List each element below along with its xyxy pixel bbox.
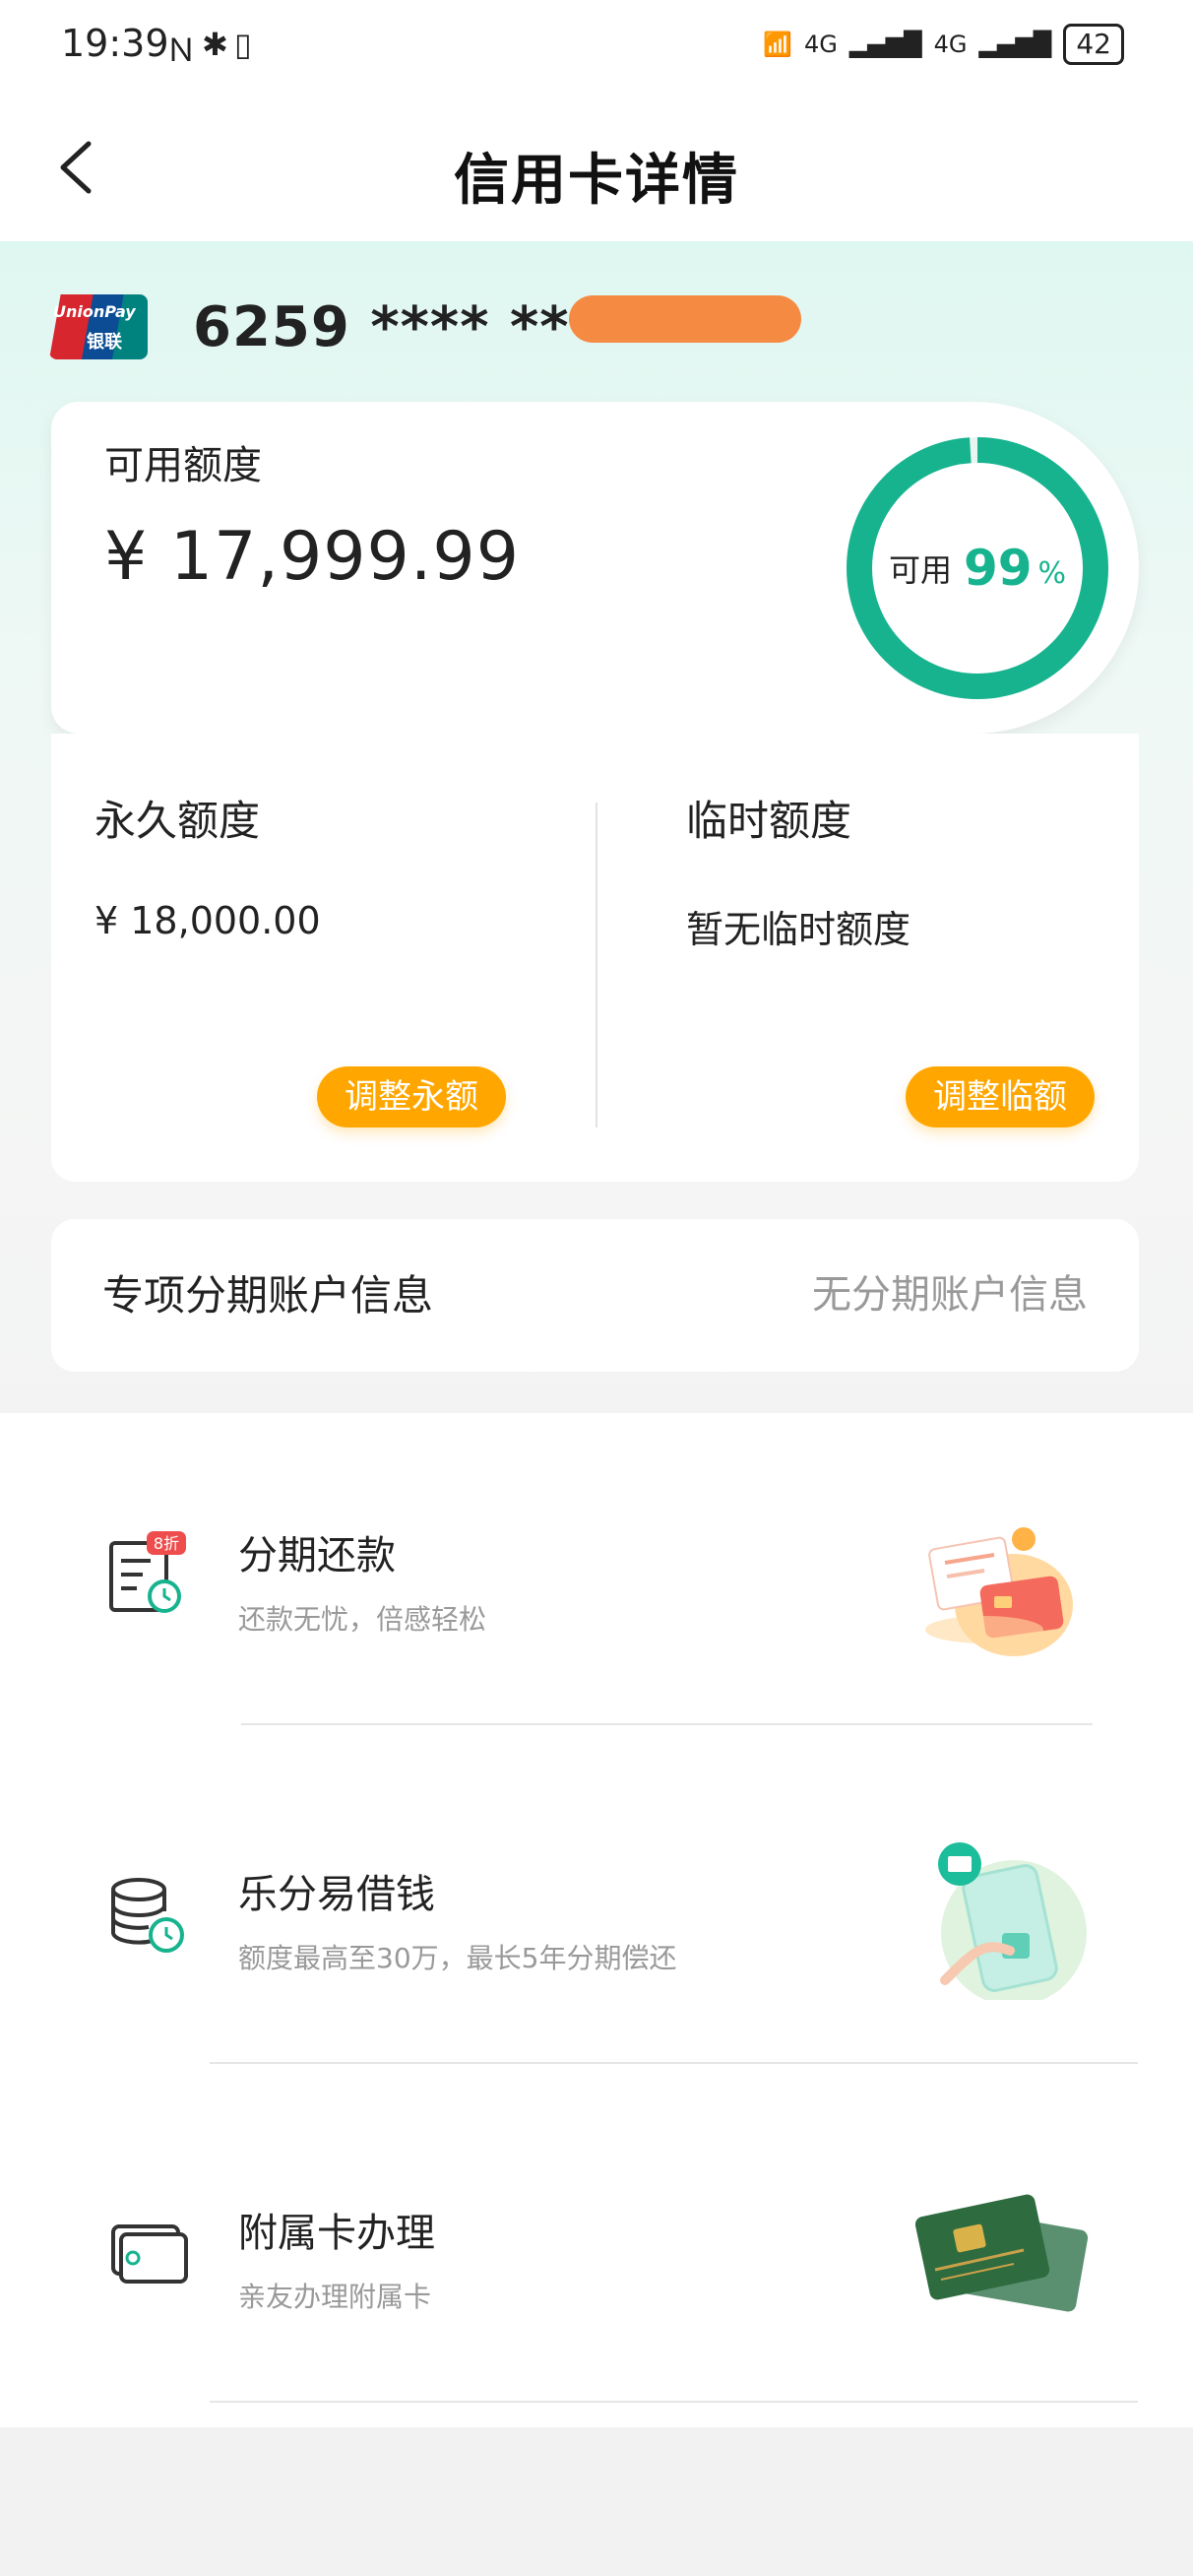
- list-item-loan[interactable]: 乐分易借钱 额度最高至30万，最长5年分期偿还: [0, 1752, 1193, 2091]
- ring-label: 可用: [888, 551, 952, 589]
- limits-divider: [596, 803, 597, 1127]
- network-4g-2: 4G: [933, 31, 968, 58]
- service-subtitle: 亲友办理附属卡: [238, 2281, 432, 2313]
- network-4g-1: 4G: [803, 31, 838, 58]
- unionpay-logo: UnionPay 银联: [49, 294, 148, 359]
- list-divider: [210, 2401, 1138, 2403]
- service-title: 分期还款: [238, 1533, 396, 1578]
- signal-icon-2: ▂▄▆█: [978, 31, 1052, 58]
- list-divider: [241, 1723, 1093, 1725]
- service-subtitle: 额度最高至30万，最长5年分期偿还: [238, 1942, 677, 1974]
- redaction-mask: [569, 295, 801, 343]
- card-number-row: UnionPay 银联 6259 **** ****: [49, 288, 629, 366]
- installment-bill-icon: 8折: [109, 1531, 186, 1613]
- available-label: 可用额度: [104, 443, 262, 488]
- status-right: 📶 4G ▂▄▆█ 4G ▂▄▆█ 42: [763, 24, 1124, 65]
- signal-icon: ▂▄▆█: [848, 31, 922, 58]
- wifi-icon: 📶: [763, 31, 792, 58]
- coin-stack-clock-icon: [111, 1878, 184, 1953]
- permanent-limit-value: ¥ 18,000.00: [94, 899, 321, 942]
- status-bar: 19:39 Ｎ ✱ ▯ 📶 4G ▂▄▆█ 4G ▂▄▆█ 42: [0, 0, 1193, 98]
- nfc-icon: Ｎ: [165, 32, 198, 69]
- supplementary-card-illustration: [915, 2194, 1089, 2312]
- status-time: 19:39: [61, 22, 169, 65]
- installment-info-label: 专项分期账户信息: [102, 1271, 434, 1320]
- service-subtitle: 还款无忧，倍感轻松: [238, 1603, 487, 1636]
- card-number: 6259 **** ****: [193, 294, 630, 359]
- temporary-limit-title: 临时额度: [686, 797, 852, 845]
- app-header: 信用卡详情: [0, 98, 1193, 241]
- loan-illustration: [938, 1842, 1087, 2000]
- discount-badge: 8折: [154, 1534, 179, 1553]
- battery-indicator: 42: [1063, 24, 1124, 65]
- list-item-supplementary-card[interactable]: 附属卡办理 亲友办理附属卡: [0, 2091, 1193, 2429]
- adjust-permanent-button[interactable]: 调整永额: [317, 1066, 506, 1127]
- services-list: 8折 分期还款 还款无忧，倍感轻松 乐分易借钱 额度最高至30万，最长5年分期偿…: [0, 1413, 1193, 2427]
- vibrate-icon: ▯: [234, 26, 252, 63]
- list-divider: [210, 2062, 1138, 2064]
- ring-percent: 99: [963, 540, 1033, 597]
- available-amount: ¥ 17,999.99: [104, 518, 520, 596]
- credit-limits-panel: 永久额度 ¥ 18,000.00 调整永额 临时额度 暂无临时额度 调整临额: [51, 734, 1139, 1182]
- temporary-limit-value: 暂无临时额度: [686, 908, 911, 951]
- ring-text: 可用 99 %: [845, 435, 1110, 701]
- list-item-installment-repay[interactable]: 8折 分期还款 还款无忧，倍感轻松: [0, 1413, 1193, 1752]
- page-title: 信用卡详情: [454, 149, 739, 213]
- installment-illustration: [925, 1527, 1073, 1656]
- ring-percent-symbol: %: [1037, 555, 1067, 591]
- service-title: 附属卡办理: [238, 2211, 435, 2256]
- service-title: 乐分易借钱: [238, 1872, 435, 1917]
- card-icon: [111, 2224, 188, 2284]
- available-credit-card: 可用额度 ¥ 17,999.99 可用 99 %: [51, 402, 1139, 734]
- bluetooth-icon: ✱: [202, 26, 228, 63]
- permanent-limit-title: 永久额度: [94, 797, 261, 845]
- installment-info-value: 无分期账户信息: [812, 1272, 1088, 1318]
- adjust-temporary-button[interactable]: 调整临额: [906, 1066, 1095, 1127]
- installment-account-info[interactable]: 专项分期账户信息 无分期账户信息: [51, 1219, 1139, 1372]
